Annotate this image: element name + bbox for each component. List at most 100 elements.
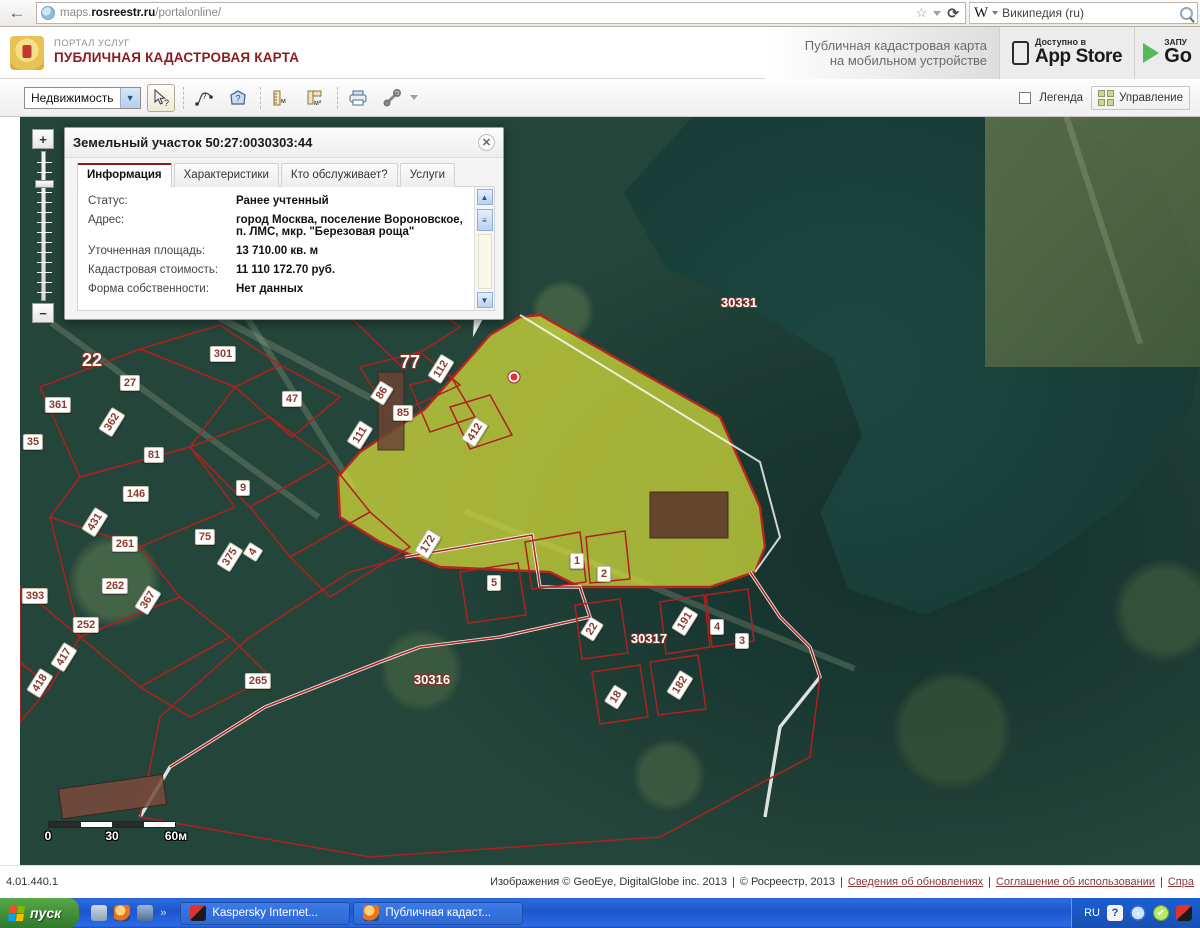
info-panel-scrollbar[interactable]: ▲ ≡ ▼ xyxy=(474,187,494,310)
identify-tool-button[interactable]: ? xyxy=(146,83,175,112)
info-row: Форма собственности: Нет данных xyxy=(88,283,470,295)
search-icon[interactable] xyxy=(1180,6,1193,20)
start-label: пуск xyxy=(30,905,62,921)
zoom-out-button[interactable]: − xyxy=(32,303,54,323)
search-bar[interactable]: W Википедия (ru) xyxy=(969,2,1198,24)
parcel-info-panel[interactable]: Земельный участок 50:27:0030303:44 ✕ Инф… xyxy=(64,127,504,320)
management-button[interactable]: Управление xyxy=(1091,85,1190,110)
parcel-label[interactable]: 2 xyxy=(596,566,612,582)
chevron-down-icon[interactable] xyxy=(992,11,999,15)
chevron-down-icon[interactable] xyxy=(409,95,418,100)
quicklaunch-firefox-icon[interactable] xyxy=(114,905,131,921)
parcel-label[interactable]: 5 xyxy=(486,575,502,591)
map-toolbar: Недвижимость ▼ ? ? ? м м² Легенда Управл… xyxy=(0,79,1200,117)
updates-link[interactable]: Сведения об обновлениях xyxy=(848,876,983,888)
info-row-key: Адрес: xyxy=(88,214,125,226)
parcel-label[interactable]: 35 xyxy=(22,434,44,450)
legend-checkbox[interactable] xyxy=(1019,91,1032,104)
link-tool-button[interactable] xyxy=(378,84,406,112)
parcel-label[interactable]: 3 xyxy=(734,633,750,649)
parcel-label[interactable]: 261 xyxy=(111,536,139,552)
info-panel-tabs: Информация Характеристики Кто обслуживает?… xyxy=(65,158,503,187)
parcel-label[interactable]: 27 xyxy=(119,375,141,391)
parcel-label[interactable]: 30331 xyxy=(718,296,760,310)
search-input-value: Википедия (ru) xyxy=(1002,6,1084,20)
parcel-label[interactable]: 361 xyxy=(44,397,72,413)
zoom-control[interactable]: + − xyxy=(30,129,56,323)
url-host: rosreestr.ru xyxy=(91,7,156,19)
info-row: Адрес: город Москва, поселение Вороновско… xyxy=(88,214,470,238)
appstore-badge[interactable]: Доступно в App Store xyxy=(999,26,1135,79)
scroll-down-button[interactable]: ▼ xyxy=(476,292,493,308)
language-indicator[interactable]: RU xyxy=(1084,907,1100,919)
selected-point-marker[interactable] xyxy=(508,371,520,383)
help-icon[interactable]: ? xyxy=(1107,905,1123,921)
address-bar[interactable]: maps.rosreestr.ru/portalonline/ ☆ ⟳ xyxy=(36,2,966,24)
zoom-slider-track[interactable] xyxy=(34,151,54,301)
parcel-label[interactable]: 30317 xyxy=(628,632,670,646)
shield-ok-icon[interactable]: ✔ xyxy=(1153,905,1169,921)
parcel-label[interactable]: 262 xyxy=(101,578,129,594)
quicklaunch-media-icon[interactable] xyxy=(137,905,154,921)
info-tab-3[interactable]: Услуги xyxy=(399,163,456,187)
parcel-label[interactable]: 146 xyxy=(122,486,150,502)
taskbar-task[interactable]: Kaspersky Internet... xyxy=(180,901,351,925)
measure-area-tool-button[interactable]: м² xyxy=(301,84,329,112)
print-tool-button[interactable] xyxy=(344,84,372,112)
back-arrow-icon[interactable]: ← xyxy=(2,1,32,25)
ruler-meter-icon: м xyxy=(273,90,286,105)
parcel-label[interactable]: 81 xyxy=(143,447,165,463)
parcel-label[interactable]: 77 xyxy=(397,353,423,371)
kaspersky-tray-icon[interactable] xyxy=(1176,905,1192,921)
info-tab-0[interactable]: Информация xyxy=(77,163,172,187)
start-button[interactable]: пуск xyxy=(0,898,80,928)
googleplay-badge[interactable]: ЗАПУ Go xyxy=(1134,26,1200,79)
help-link[interactable]: Спра xyxy=(1168,876,1194,888)
parcel-label[interactable]: 252 xyxy=(72,617,100,633)
parcel-label[interactable]: 301 xyxy=(209,346,237,362)
zoom-slider-thumb[interactable] xyxy=(34,180,54,188)
footer-credits: Изображения © GeoEye, DigitalGlobe inc. … xyxy=(490,876,1194,888)
info-tab-1[interactable]: Характеристики xyxy=(173,163,279,187)
parcel-label[interactable]: 4 xyxy=(709,619,725,635)
area-query-tool-button[interactable]: ? xyxy=(224,84,252,112)
parcel-label[interactable]: 30316 xyxy=(411,673,453,687)
parcel-label[interactable]: 22 xyxy=(79,351,105,369)
chevron-down-icon[interactable] xyxy=(933,10,942,16)
parcel-label[interactable]: 265 xyxy=(244,673,272,689)
chevron-down-icon[interactable]: ▼ xyxy=(119,87,140,108)
info-row-value: 11 110 172.70 руб. xyxy=(236,264,336,276)
imagery-credit: Изображения © GeoEye, DigitalGlobe inc. … xyxy=(490,876,727,888)
googleplay-badge-big: Go xyxy=(1164,45,1192,68)
scroll-up-button[interactable]: ▲ xyxy=(476,189,493,205)
zoom-in-button[interactable]: + xyxy=(32,129,54,149)
route-query-tool-button[interactable]: ? xyxy=(190,84,218,112)
close-icon[interactable]: ✕ xyxy=(478,134,495,151)
scrollbar-thumb[interactable]: ≡ xyxy=(476,209,493,231)
scrollbar-rail[interactable] xyxy=(477,234,492,289)
info-row: Уточненная площадь: 13 710.00 кв. м xyxy=(88,245,470,257)
measure-length-tool-button[interactable]: м xyxy=(267,84,295,112)
quicklaunch-desktop-icon[interactable] xyxy=(91,905,108,921)
parcel-label[interactable]: 75 xyxy=(194,529,216,545)
taskbar-task[interactable]: Публичная кадаст... xyxy=(353,901,524,925)
browser-toolbar: ← maps.rosreestr.ru/portalonline/ ☆ ⟳ W … xyxy=(0,0,1200,27)
parcel-label[interactable]: 9 xyxy=(235,480,251,496)
layer-select[interactable]: Недвижимость ▼ xyxy=(24,86,141,109)
agreement-link[interactable]: Соглашение об использовании xyxy=(996,876,1155,888)
app-version: 4.01.440.1 xyxy=(6,876,58,888)
parcel-label[interactable]: 85 xyxy=(392,405,414,421)
legend-label[interactable]: Легенда xyxy=(1039,92,1083,104)
parcel-label[interactable]: 1 xyxy=(569,553,585,569)
reload-icon[interactable]: ⟳ xyxy=(947,5,959,22)
bookmark-star-icon[interactable]: ☆ xyxy=(916,5,928,21)
appstore-badge-text: Доступно в App Store xyxy=(1035,37,1123,67)
parcel-label[interactable]: 47 xyxy=(281,391,303,407)
info-tab-2[interactable]: Кто обслуживает? xyxy=(280,163,398,187)
chevron-left-icon[interactable]: ‹ xyxy=(1130,905,1146,921)
brand[interactable]: ПОРТАЛ УСЛУГ ПУБЛИЧНАЯ КАДАСТРОВАЯ КАРТА xyxy=(54,38,299,65)
toolbar-separator xyxy=(182,86,184,109)
parcel-label[interactable]: 393 xyxy=(21,588,49,604)
scale-bar-labels: 0 30 60м xyxy=(45,829,187,845)
quicklaunch-overflow-chevron[interactable]: » xyxy=(160,907,166,919)
